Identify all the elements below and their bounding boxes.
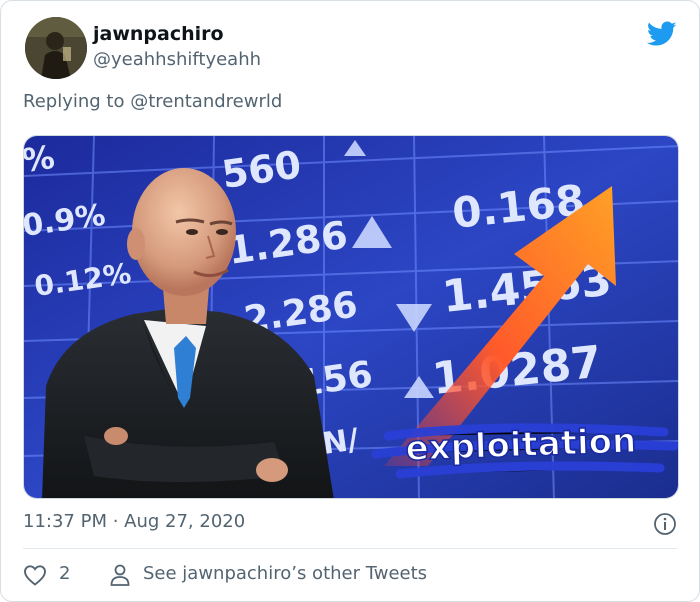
board-number: % bbox=[24, 138, 57, 180]
see-other-tweets-link[interactable]: See jawnpachiro’s other Tweets bbox=[143, 563, 427, 584]
reply-context: Replying to @trentandrewrld bbox=[23, 91, 282, 112]
user-handle[interactable]: @yeahhshiftyeahh bbox=[93, 49, 261, 70]
divider bbox=[23, 548, 677, 549]
tweet-actions: 2 See jawnpachiro’s other Tweets bbox=[23, 561, 679, 589]
tweet-media-image[interactable]: % 0.9% 0.12% 560 1.286 2.286 0.168 1.456… bbox=[23, 135, 679, 499]
person-icon[interactable] bbox=[109, 563, 131, 587]
avatar[interactable] bbox=[25, 17, 87, 79]
tweet-card: jawnpachiro @yeahhshiftyeahh Replying to… bbox=[0, 0, 700, 602]
display-name[interactable]: jawnpachiro bbox=[93, 23, 224, 45]
tweet-header: jawnpachiro @yeahhshiftyeahh bbox=[25, 17, 677, 81]
like-count[interactable]: 2 bbox=[59, 563, 70, 584]
heart-icon[interactable] bbox=[23, 564, 47, 586]
stonks-meme-image: % 0.9% 0.12% 560 1.286 2.286 0.168 1.456… bbox=[24, 136, 678, 498]
twitter-bird-icon[interactable] bbox=[647, 21, 677, 47]
info-icon[interactable] bbox=[653, 512, 677, 536]
meme-caption: exploitation bbox=[405, 421, 637, 469]
tweet-timestamp[interactable]: 11:37 PM · Aug 27, 2020 bbox=[23, 511, 245, 532]
reply-mention-link[interactable]: @trentandrewrld bbox=[130, 91, 282, 112]
reply-prefix: Replying to bbox=[23, 91, 131, 112]
